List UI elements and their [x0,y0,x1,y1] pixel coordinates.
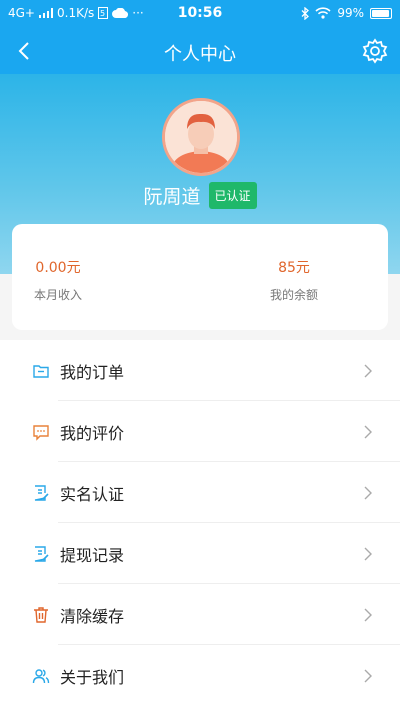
chevron-right-icon [364,364,372,378]
bluetooth-icon [301,6,310,20]
menu-item-withdraw-records[interactable]: 提现记录 [0,523,400,584]
gear-icon [362,38,388,64]
status-right: 99% [301,6,392,20]
battery-icon [370,7,392,19]
comment-icon [33,425,49,441]
document-edit-icon [34,546,49,562]
menu-list: 我的订单 我的评价 实名认证 提现记录 清除缓存 关于我们 [0,340,400,711]
settings-button[interactable] [360,36,390,66]
menu-item-reviews[interactable]: 我的评价 [0,401,400,462]
menu-item-label: 我的订单 [60,363,125,382]
users-icon [32,669,50,684]
user-name: 阮周道 [143,186,201,208]
page-title: 个人中心 [164,44,236,65]
user-info: 阮周道 已认证 [0,182,400,209]
chevron-right-icon [364,669,372,683]
menu-item-label: 我的评价 [60,424,125,443]
trash-icon [34,607,48,623]
chevron-right-icon [364,486,372,500]
avatar[interactable] [162,98,240,176]
my-balance[interactable]: 85元 我的余额 [200,224,388,330]
stats-card: 0.00元 本月收入 85元 我的余额 [12,224,388,330]
wifi-icon [315,7,331,19]
chevron-right-icon [364,547,372,561]
menu-item-label: 关于我们 [60,668,125,687]
menu-item-about-us[interactable]: 关于我们 [0,645,400,706]
menu-item-orders[interactable]: 我的订单 [0,340,400,401]
status-bar: 4G+ 0.1K/s 5 ··· 10:56 99% [0,0,400,28]
chevron-right-icon [364,608,372,622]
menu-item-label: 实名认证 [60,485,125,504]
my-balance-label: 我的余额 [269,288,318,302]
battery-level: 99% [337,6,364,20]
menu-item-label: 清除缓存 [60,607,125,626]
menu-item-real-name-auth[interactable]: 实名认证 [0,462,400,523]
menu-item-label: 提现记录 [60,546,125,565]
monthly-income-label: 本月收入 [33,288,82,302]
my-balance-value: 85元 [278,260,310,276]
monthly-income[interactable]: 0.00元 本月收入 [0,224,152,330]
folder-icon [33,365,49,378]
monthly-income-value: 0.00元 [35,260,81,276]
verified-badge: 已认证 [208,182,257,209]
menu-item-clear-cache[interactable]: 清除缓存 [0,584,400,645]
nav-bar: 个人中心 [0,28,400,74]
chevron-right-icon [364,425,372,439]
document-edit-icon [34,485,49,501]
avatar-face-icon [165,101,237,173]
